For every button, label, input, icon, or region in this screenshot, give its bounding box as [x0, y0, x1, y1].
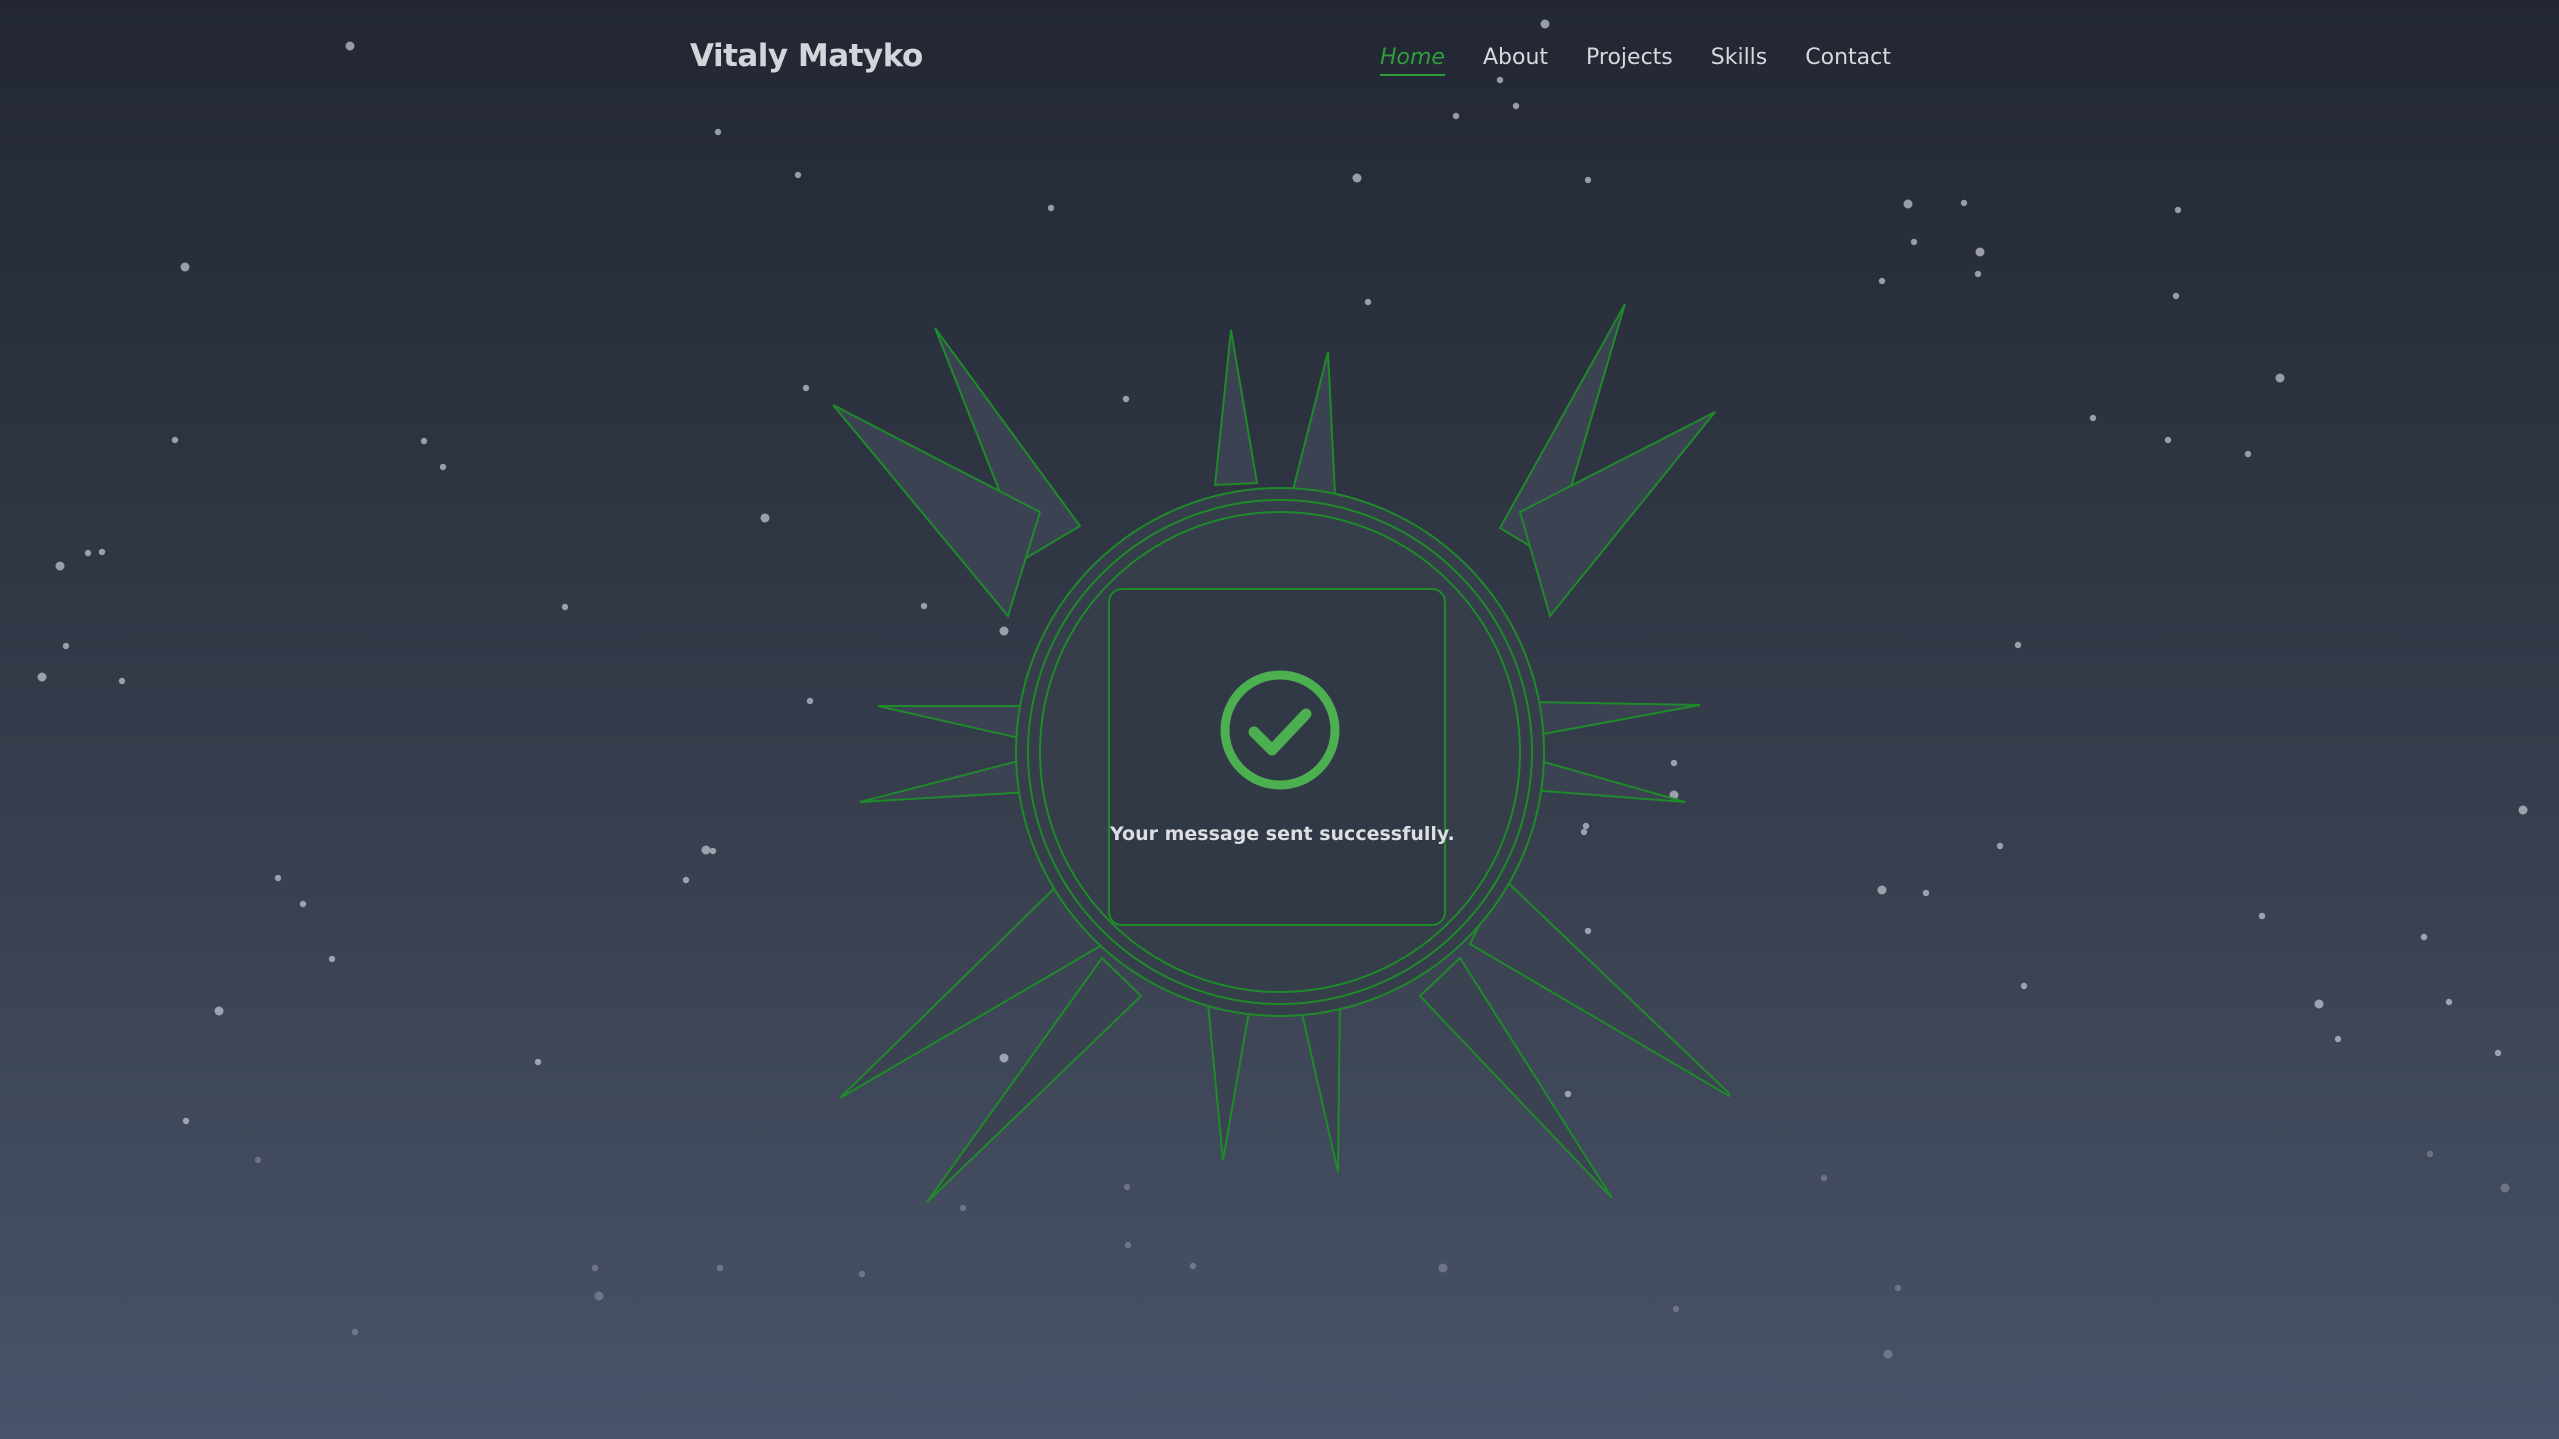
- snowflake: [760, 513, 770, 523]
- snowflake: [182, 1117, 190, 1125]
- snowflake: [2164, 436, 2172, 444]
- snowflake: [794, 171, 802, 179]
- snowflake: [180, 262, 190, 272]
- check-circle-icon: [1220, 670, 1340, 790]
- snowflake: [561, 603, 569, 611]
- snowflake: [84, 549, 92, 557]
- snowflake: [98, 548, 106, 556]
- snowflake: [594, 1291, 604, 1301]
- site-header: Vitaly Matyko Home About Projects Skills…: [0, 0, 2559, 120]
- snowflake: [1910, 238, 1918, 246]
- snowflake: [591, 1264, 599, 1272]
- snowflake: [1903, 199, 1913, 209]
- snowflake: [858, 1270, 866, 1278]
- snowflake: [2445, 998, 2453, 1006]
- snowflake: [682, 876, 690, 884]
- nav-item-skills[interactable]: Skills: [1711, 45, 1768, 76]
- snowflake: [214, 1006, 224, 1016]
- snowflake: [1974, 270, 1982, 278]
- snowflake: [1894, 1284, 1902, 1292]
- snowflake: [2275, 373, 2285, 383]
- snowflake: [420, 437, 428, 445]
- snowflake: [2020, 982, 2028, 990]
- snowflake: [2426, 1150, 2434, 1158]
- nav-item-home[interactable]: Home: [1380, 45, 1445, 76]
- snowflake: [1438, 1263, 1448, 1273]
- brand-logo[interactable]: Vitaly Matyko: [690, 38, 923, 74]
- snowflake: [1124, 1241, 1132, 1249]
- success-message: Your message sent successfully.: [1110, 823, 1455, 845]
- snowflake: [534, 1058, 542, 1066]
- snowflake: [2172, 292, 2180, 300]
- snowflake: [171, 436, 179, 444]
- snowflake: [1672, 1305, 1680, 1313]
- snowflake: [806, 697, 814, 705]
- snowflake: [351, 1328, 359, 1336]
- snowflake: [2500, 1183, 2510, 1193]
- snowflake: [274, 874, 282, 882]
- snowflake: [2174, 206, 2182, 214]
- snowflake: [2518, 805, 2528, 815]
- snowflake: [299, 900, 307, 908]
- snowflake: [709, 847, 717, 855]
- snowflake: [1352, 173, 1362, 183]
- snowflake: [716, 1264, 724, 1272]
- snowflake: [2494, 1049, 2502, 1057]
- snowflake: [2420, 933, 2428, 941]
- nav-item-contact[interactable]: Contact: [1805, 45, 1891, 76]
- snowflake: [714, 128, 722, 136]
- snowflake: [802, 384, 810, 392]
- snowflake: [37, 672, 47, 682]
- snowflake: [1960, 199, 1968, 207]
- snowflake: [439, 463, 447, 471]
- snowflake: [1820, 1174, 1828, 1182]
- snowflake: [1883, 1349, 1893, 1359]
- snowflake: [2089, 414, 2097, 422]
- snowflake: [1878, 277, 1886, 285]
- snowflake: [2258, 912, 2266, 920]
- snowflake: [2244, 450, 2252, 458]
- success-card: Your message sent successfully.: [1108, 588, 1455, 926]
- snowflake: [1922, 889, 1930, 897]
- snowflake: [254, 1156, 262, 1164]
- snowflake: [1975, 247, 1985, 257]
- snowflake: [701, 845, 711, 855]
- snowflake: [62, 642, 70, 650]
- snowflake: [2014, 641, 2022, 649]
- snowflake: [328, 955, 336, 963]
- snowflake: [118, 677, 126, 685]
- snowflake: [1047, 204, 1055, 212]
- snowflake: [1996, 842, 2004, 850]
- snowflake: [1189, 1262, 1197, 1270]
- snowflake: [55, 561, 65, 571]
- snowflake: [2314, 999, 2324, 1009]
- main-nav: Home About Projects Skills Contact: [1380, 45, 1929, 76]
- nav-item-projects[interactable]: Projects: [1586, 45, 1673, 76]
- snowflake: [2334, 1035, 2342, 1043]
- nav-item-about[interactable]: About: [1483, 45, 1548, 76]
- snowflake: [1877, 885, 1887, 895]
- snowflake: [1584, 176, 1592, 184]
